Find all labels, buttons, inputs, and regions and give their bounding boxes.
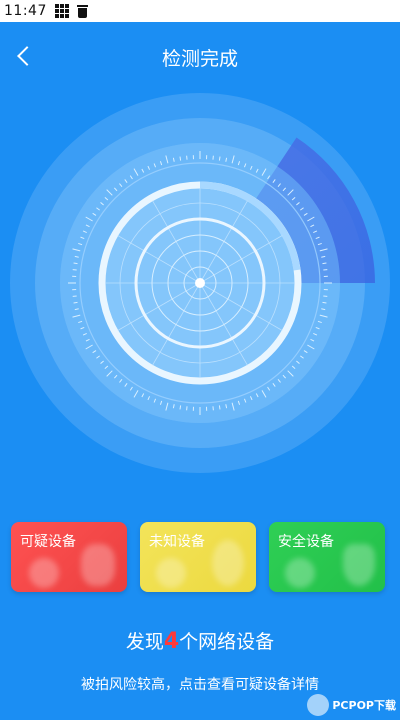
watermark-text: PCPOP下载 bbox=[332, 699, 396, 712]
card-label: 可疑设备 bbox=[20, 534, 76, 550]
page-title: 检测完成 bbox=[161, 48, 238, 70]
radar-tick bbox=[322, 301, 327, 304]
grid-icon bbox=[54, 4, 69, 18]
watermark: PCPOP下载 bbox=[307, 694, 396, 716]
status-bar: 11:47 bbox=[0, 0, 400, 22]
card-safe-devices[interactable]: 安全设备 bbox=[269, 522, 385, 592]
card-decoration bbox=[212, 540, 244, 586]
radar-tick bbox=[218, 156, 221, 161]
card-decoration bbox=[343, 544, 375, 586]
device-count-summary: 发现4个网络设备 bbox=[0, 627, 400, 654]
radar-scanner bbox=[10, 93, 390, 473]
header: 检测完成 bbox=[0, 34, 400, 78]
card-label: 安全设备 bbox=[278, 534, 334, 550]
radar-tick bbox=[322, 262, 327, 265]
card-decoration bbox=[156, 558, 186, 588]
radar-tick bbox=[73, 262, 78, 265]
device-count: 4 bbox=[163, 629, 180, 654]
radar-tick bbox=[179, 405, 182, 410]
device-cards: 可疑设备 未知设备 安全设备 bbox=[11, 522, 385, 592]
card-label: 未知设备 bbox=[149, 534, 205, 550]
risk-hint: 被拍风险较高，点击查看可疑设备详情 bbox=[81, 677, 319, 693]
card-suspicious-devices[interactable]: 可疑设备 bbox=[11, 522, 127, 592]
summary-prefix: 发现 bbox=[125, 631, 164, 653]
radar-center-dot bbox=[195, 278, 205, 288]
card-decoration bbox=[285, 558, 315, 588]
card-decoration bbox=[29, 558, 59, 588]
card-decoration bbox=[81, 544, 115, 586]
watermark-logo bbox=[307, 694, 330, 716]
radar-tick bbox=[73, 301, 78, 304]
summary-suffix: 个网络设备 bbox=[179, 631, 275, 653]
status-time: 11:47 bbox=[4, 3, 47, 19]
radar-tick bbox=[218, 405, 221, 410]
card-unknown-devices[interactable]: 未知设备 bbox=[140, 522, 256, 592]
radar-tick bbox=[179, 156, 182, 161]
trash-icon bbox=[76, 4, 88, 18]
